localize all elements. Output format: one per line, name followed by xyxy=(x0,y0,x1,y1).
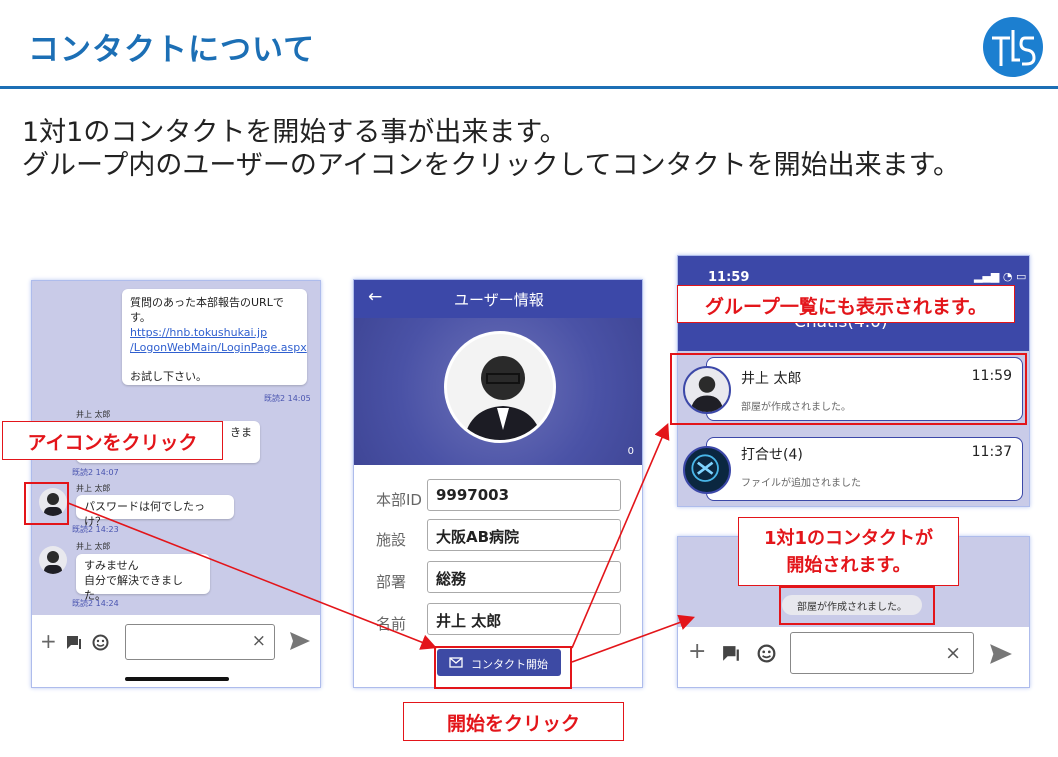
annotation-arrows xyxy=(67,423,696,663)
callout-group-list: グループ一覧にも表示されます。 xyxy=(677,285,1015,323)
callout-start-click: 開始をクリック xyxy=(403,702,624,741)
callout-contact-started: 1対1のコンタクトが 開始されます。 xyxy=(738,517,959,586)
callout-line-2: 開始されます。 xyxy=(786,555,911,576)
callout-icon-click: アイコンをクリック xyxy=(2,421,223,460)
callout-line-1: 1対1のコンタクトが xyxy=(763,528,934,549)
